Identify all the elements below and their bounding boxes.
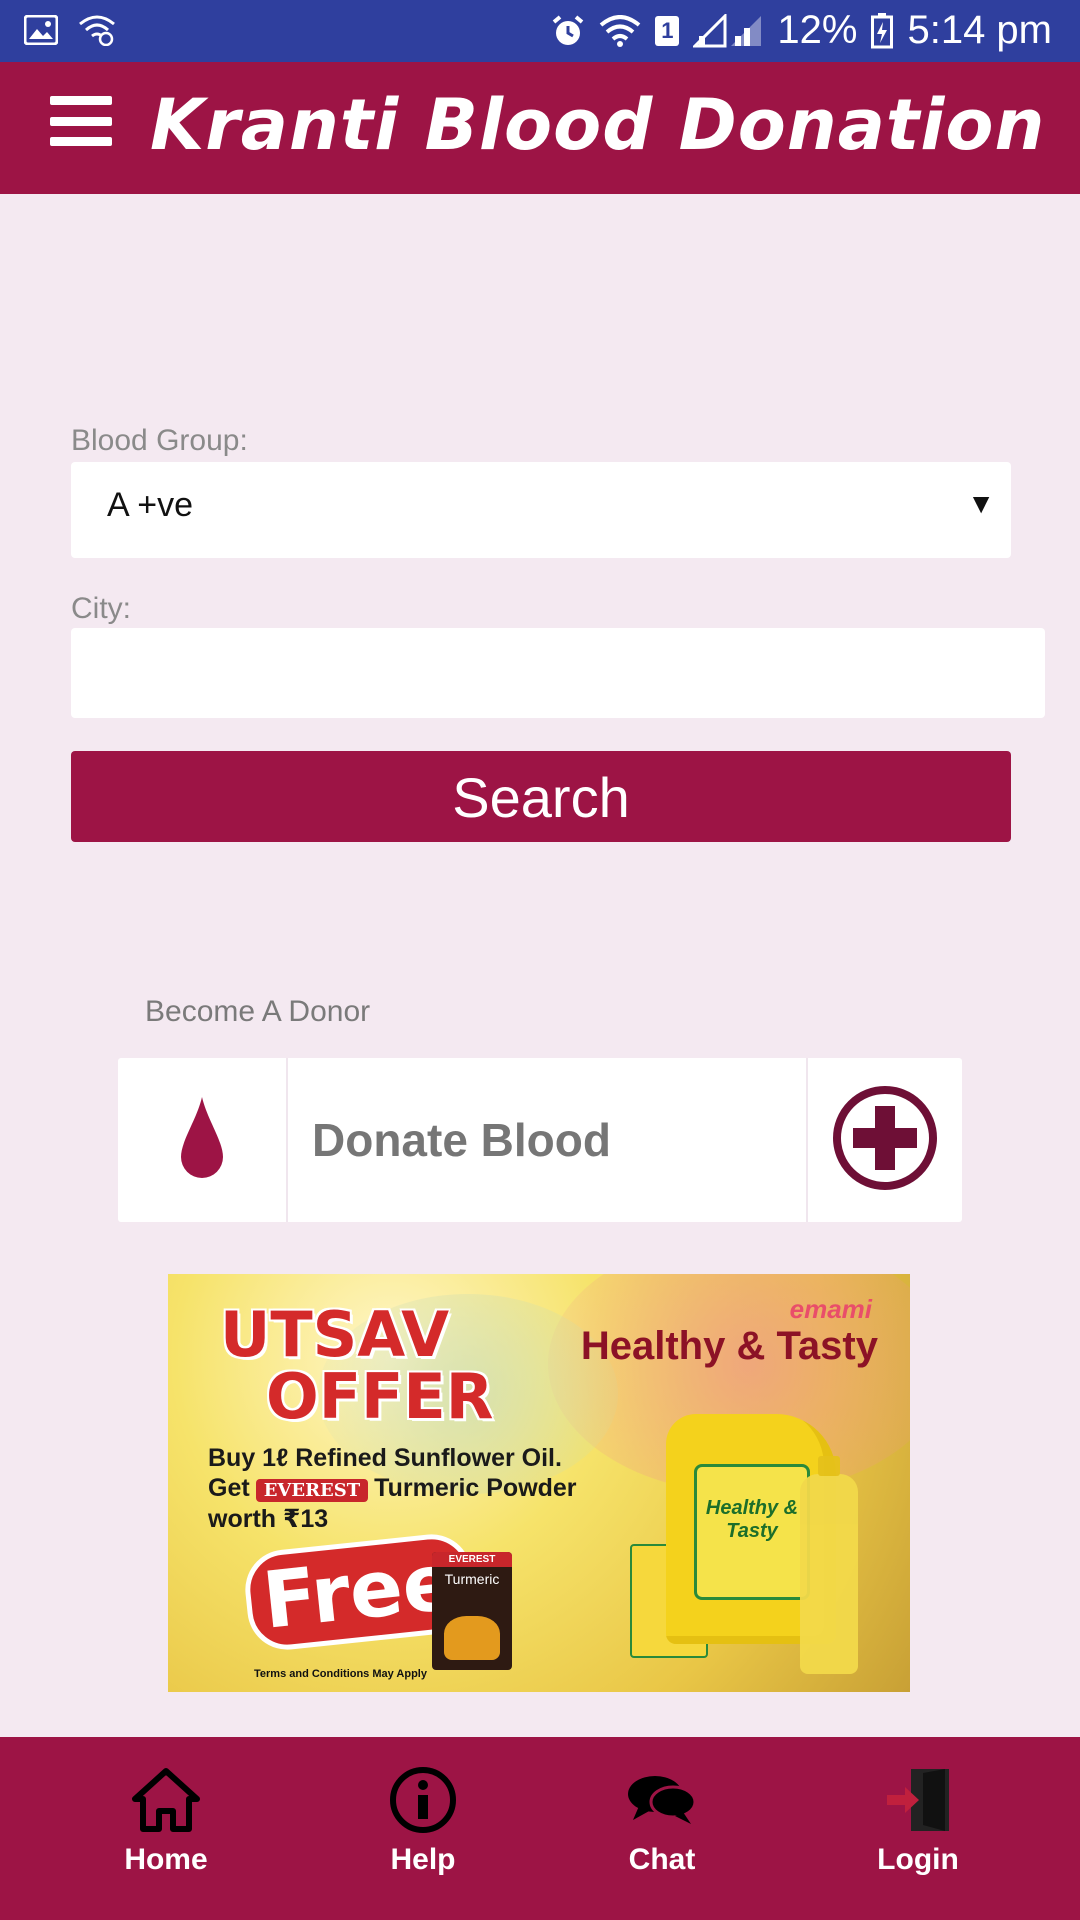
app-title: Kranti Blood Donation bbox=[150, 84, 1046, 166]
chat-bubbles-icon bbox=[582, 1765, 742, 1835]
ad-line1: Buy 1ℓ Refined Sunflower Oil. bbox=[208, 1444, 562, 1472]
donate-blood-card[interactable]: Donate Blood bbox=[118, 1058, 962, 1222]
info-icon bbox=[343, 1765, 503, 1835]
city-label: City: bbox=[71, 592, 131, 625]
plus-circle-icon bbox=[831, 1084, 939, 1197]
ad-headline: Healthy & Tasty bbox=[580, 1324, 878, 1368]
donate-blood-label: Donate Blood bbox=[288, 1058, 808, 1222]
sim-icon: 1 bbox=[655, 15, 680, 46]
add-donor-button[interactable] bbox=[808, 1058, 962, 1222]
ad-line2-suffix: Turmeric Powder bbox=[374, 1474, 577, 1502]
ad-line2-prefix: Get bbox=[208, 1474, 250, 1502]
nav-login-label: Login bbox=[877, 1843, 959, 1876]
nav-chat-label: Chat bbox=[628, 1843, 696, 1876]
ad-terms: Terms and Conditions May Apply bbox=[254, 1668, 427, 1680]
wifi-calling-icon bbox=[78, 14, 116, 46]
ad-line3: worth ₹13 bbox=[208, 1505, 329, 1533]
home-icon bbox=[86, 1765, 246, 1835]
dropdown-arrow-icon: ▼ bbox=[967, 488, 995, 519]
nav-login[interactable]: Login bbox=[838, 1765, 998, 1877]
battery-charging-icon bbox=[871, 12, 894, 49]
ad-banner[interactable]: UTSAV OFFER emami Healthy & Tasty Buy 1ℓ… bbox=[168, 1274, 910, 1692]
login-door-icon bbox=[838, 1765, 998, 1835]
alarm-icon bbox=[551, 14, 585, 48]
ad-title-line1: UTSAV bbox=[220, 1298, 450, 1371]
oil-can-label: Healthy & Tasty bbox=[705, 1497, 799, 1542]
blood-group-select[interactable]: A +ve ▼ bbox=[71, 462, 1011, 558]
turmeric-pack-image: EVEREST Turmeric bbox=[432, 1552, 512, 1670]
nav-home-label: Home bbox=[124, 1843, 208, 1876]
bottom-nav: Home Help Chat Login bbox=[0, 1737, 1080, 1920]
status-time: 5:14 pm bbox=[907, 8, 1052, 52]
ad-line2: Get EVEREST Turmeric Powder bbox=[208, 1474, 577, 1503]
ad-everest-logo: EVEREST bbox=[255, 1479, 369, 1502]
nav-help[interactable]: Help bbox=[343, 1765, 503, 1877]
ad-title-line2: OFFER bbox=[266, 1360, 494, 1433]
oil-bottle-image bbox=[800, 1456, 858, 1674]
signal-icon bbox=[693, 13, 763, 48]
status-bar: 1 12% 5:14 pm bbox=[0, 0, 1080, 62]
gallery-icon bbox=[24, 15, 58, 45]
blood-group-label: Blood Group: bbox=[71, 424, 248, 457]
city-input[interactable] bbox=[71, 628, 1045, 718]
hamburger-menu-icon[interactable] bbox=[50, 90, 112, 146]
turmeric-pack-name: Turmeric bbox=[444, 1571, 500, 1587]
battery-percent: 12% bbox=[777, 8, 858, 52]
blood-drop-icon bbox=[179, 1095, 225, 1186]
ad-brand: emami bbox=[789, 1294, 872, 1324]
nav-help-label: Help bbox=[390, 1843, 456, 1876]
turmeric-pack-brand: EVEREST bbox=[432, 1552, 512, 1567]
blood-drop-cell bbox=[118, 1058, 288, 1222]
app-bar: Kranti Blood Donation bbox=[0, 62, 1080, 194]
blood-group-value: A +ve bbox=[107, 486, 194, 524]
nav-home[interactable]: Home bbox=[86, 1765, 246, 1877]
search-button[interactable]: Search bbox=[71, 751, 1011, 842]
wifi-icon bbox=[599, 14, 641, 47]
become-donor-heading: Become A Donor bbox=[145, 995, 371, 1028]
nav-chat[interactable]: Chat bbox=[582, 1765, 742, 1877]
